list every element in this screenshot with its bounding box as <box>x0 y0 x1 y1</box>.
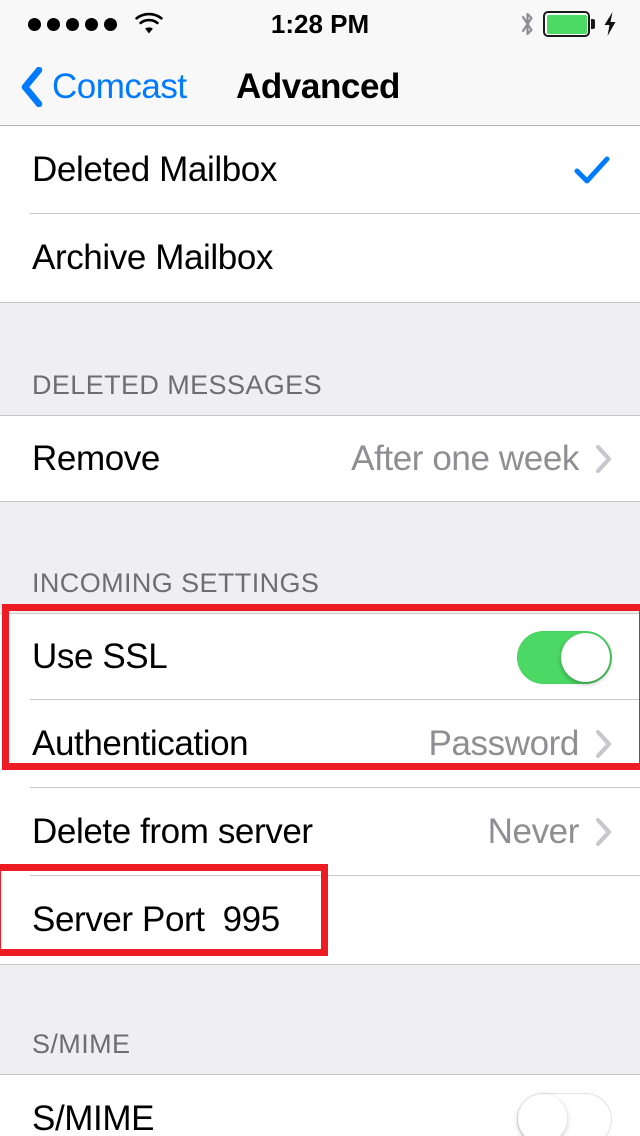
smime-group: S/MIME <box>0 1074 640 1136</box>
row-accessory: After one week <box>351 439 612 479</box>
status-bar: 1:28 PM <box>0 0 640 48</box>
row-use-ssl[interactable]: Use SSL <box>0 614 640 700</box>
row-value: Password <box>428 724 580 763</box>
checkmark-icon <box>574 156 612 184</box>
row-accessory: Password <box>429 724 612 764</box>
row-value: Never <box>487 812 580 851</box>
section-header-deleted-messages: DELETED MESSAGES <box>0 303 640 415</box>
row-server-port[interactable]: Server Port 995 <box>0 876 640 964</box>
smime-toggle[interactable] <box>517 1092 612 1136</box>
chevron-right-icon <box>595 817 612 847</box>
deleted-messages-group: Remove After one week <box>0 415 640 502</box>
row-label: Server Port <box>32 900 205 939</box>
row-accessory <box>574 156 612 184</box>
clock: 1:28 PM <box>270 8 370 39</box>
row-archive-mailbox[interactable]: Archive Mailbox <box>0 214 640 302</box>
row-value: After one week <box>351 438 579 478</box>
row-label: Deleted Mailbox <box>32 150 277 189</box>
section-header-smime: S/MIME <box>0 965 640 1074</box>
charging-bolt-icon <box>602 11 618 37</box>
row-deleted-mailbox[interactable]: Deleted Mailbox <box>0 126 640 214</box>
row-smime[interactable]: S/MIME <box>0 1075 640 1136</box>
row-label: Delete from server <box>32 812 313 851</box>
settings-table: Deleted Mailbox Archive Mailbox DELETED … <box>0 126 640 1136</box>
row-label: Use SSL <box>32 637 168 676</box>
row-accessory: Never <box>488 812 612 852</box>
chevron-right-icon <box>595 444 612 474</box>
page-title: Advanced <box>235 66 401 106</box>
chevron-right-icon <box>595 729 612 759</box>
toggle-knob <box>561 632 610 682</box>
row-label: Archive Mailbox <box>32 238 274 277</box>
mailbox-group: Deleted Mailbox Archive Mailbox <box>0 126 640 303</box>
row-label: Authentication <box>32 724 249 763</box>
status-bar-right <box>519 0 618 48</box>
section-header-label: INCOMING SETTINGS <box>32 568 320 598</box>
row-authentication[interactable]: Authentication Password <box>0 700 640 788</box>
row-remove[interactable]: Remove After one week <box>0 416 640 501</box>
row-label: Remove <box>32 438 160 478</box>
battery-icon <box>543 11 595 37</box>
iphone-screen: 1:28 PM Comcast Advanced Deleted Mailbox… <box>0 0 640 1136</box>
bluetooth-icon <box>519 11 536 37</box>
toggle-knob <box>518 1093 567 1136</box>
row-accessory <box>517 1092 612 1136</box>
section-header-label: S/MIME <box>32 1029 131 1059</box>
server-port-value[interactable]: 995 <box>223 900 281 940</box>
navigation-bar: Comcast Advanced <box>0 48 640 126</box>
row-delete-from-server[interactable]: Delete from server Never <box>0 788 640 876</box>
section-header-incoming-settings: INCOMING SETTINGS <box>0 502 640 613</box>
row-label: S/MIME <box>32 1099 155 1136</box>
row-accessory <box>517 630 612 684</box>
section-header-label: DELETED MESSAGES <box>32 370 322 400</box>
incoming-settings-group: Use SSL Authentication Password Delete f… <box>0 613 640 965</box>
use-ssl-toggle[interactable] <box>517 630 612 684</box>
